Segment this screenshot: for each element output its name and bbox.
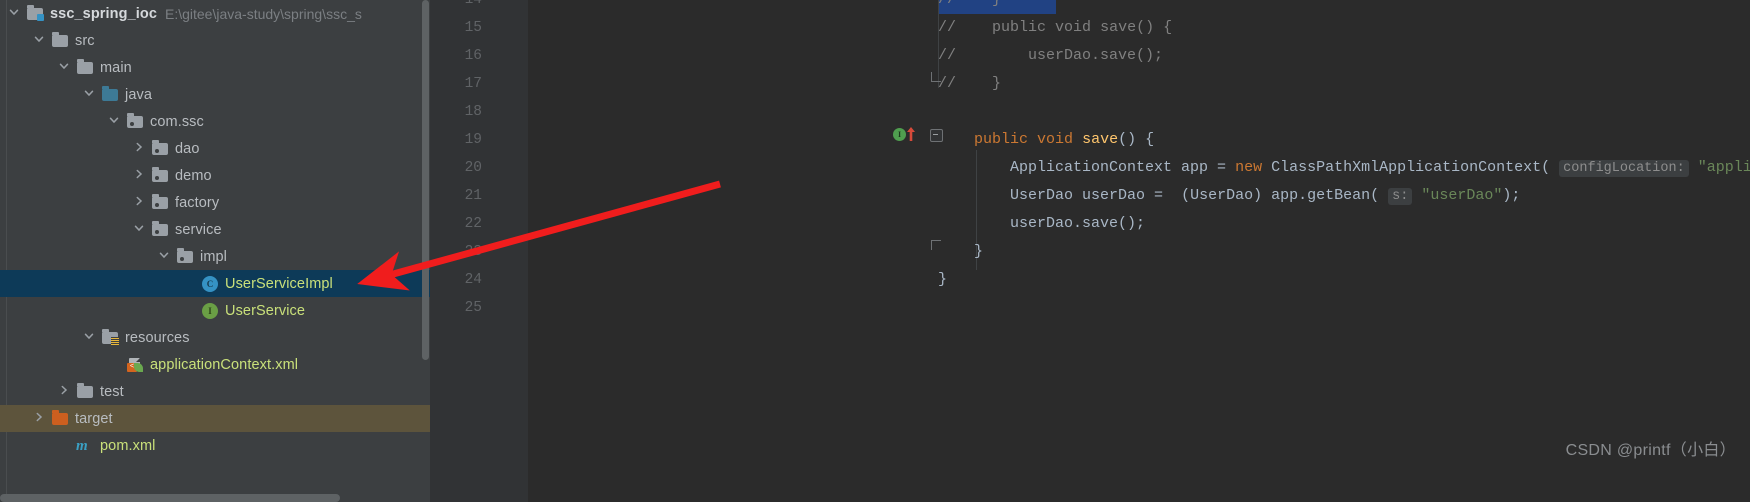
tree-item-label: test: [100, 383, 124, 400]
watermark-text: CSDN @printf（小白）: [1565, 442, 1736, 459]
tree-item-applicationcontext-xml[interactable]: < applicationContext.xml: [0, 351, 430, 378]
tree-item-label: impl: [200, 248, 227, 265]
line-number: 22: [464, 216, 482, 232]
java-interface-icon: I: [201, 302, 219, 320]
code-line[interactable]: }: [938, 238, 983, 266]
line-number: 23: [464, 244, 482, 260]
java-class-icon: C: [201, 275, 219, 293]
tree-item-com-ssc[interactable]: com.ssc: [0, 108, 430, 135]
tree-item-label: demo: [175, 167, 212, 184]
tree-item-label: UserService: [225, 302, 306, 319]
project-tree-panel[interactable]: ssc_spring_ioc E:\gitee\java-study\spring…: [0, 0, 430, 502]
code-line[interactable]: UserDao userDao = (UserDao) app.getBean(…: [938, 182, 1520, 210]
line-number: 25: [464, 300, 482, 316]
chevron-right-icon[interactable]: [33, 411, 49, 427]
excluded-folder-icon: [51, 409, 69, 428]
resources-folder-icon: [101, 328, 119, 347]
tree-item-label: factory: [175, 194, 220, 211]
tree-item-label: com.ssc: [150, 113, 204, 130]
tree-item-src[interactable]: src: [0, 27, 430, 54]
tree-item-demo[interactable]: demo: [0, 162, 430, 189]
project-tree-list[interactable]: ssc_spring_ioc E:\gitee\java-study\spring…: [0, 0, 430, 459]
folder-icon: [76, 58, 94, 77]
tree-item-resources[interactable]: resources: [0, 324, 430, 351]
line-number: 20: [464, 160, 482, 176]
ide-window: ssc_spring_ioc E:\gitee\java-study\spring…: [0, 0, 1750, 502]
maven-icon: m: [76, 437, 88, 454]
chevron-right-icon[interactable]: [133, 141, 149, 157]
chevron-right-icon[interactable]: [58, 384, 74, 400]
code-line[interactable]: // userDao.save();: [938, 42, 1163, 70]
chevron-down-icon[interactable]: [58, 60, 74, 76]
code-line[interactable]: }: [938, 266, 947, 294]
code-lines[interactable]: 14 // } 15 // public void save() { 16 // user…: [430, 0, 1750, 502]
tree-item-label: main: [100, 59, 132, 76]
tree-item-impl[interactable]: impl: [0, 243, 430, 270]
chevron-down-icon[interactable]: [83, 330, 99, 346]
tree-item-label: java: [125, 86, 152, 103]
tree-item-label: ssc_spring_ioc: [50, 5, 157, 22]
tree-item-dao[interactable]: dao: [0, 135, 430, 162]
tree-item-main[interactable]: main: [0, 54, 430, 81]
tree-item-label: dao: [175, 140, 200, 157]
chevron-down-icon[interactable]: [133, 222, 149, 238]
tree-item-label: src: [75, 32, 95, 49]
tree-horizontal-scrollbar[interactable]: [0, 494, 340, 502]
package-icon: [176, 247, 194, 266]
tree-item-target[interactable]: target: [0, 405, 430, 432]
code-line[interactable]: // }: [938, 70, 1001, 98]
chevron-down-icon[interactable]: [158, 249, 174, 265]
code-line[interactable]: // public void save() {: [938, 14, 1172, 42]
tree-item-userserviceimpl[interactable]: C UserServiceImpl: [0, 270, 430, 297]
code-line[interactable]: // }: [938, 0, 1001, 14]
chevron-down-icon[interactable]: [33, 33, 49, 49]
line-number: 18: [464, 104, 482, 120]
package-icon: [151, 193, 169, 212]
line-number: 17: [464, 76, 482, 92]
code-line[interactable]: ApplicationContext app = new ClassPathXm…: [938, 154, 1750, 182]
source-folder-icon: [101, 85, 119, 104]
package-icon: [151, 220, 169, 239]
package-icon: [151, 139, 169, 158]
tree-item-path: E:\gitee\java-study\spring\ssc_s: [164, 5, 362, 22]
line-number: 14: [464, 0, 482, 8]
tree-item-ssc-spring-ioc[interactable]: ssc_spring_ioc E:\gitee\java-study\spring…: [0, 0, 430, 27]
spring-xml-icon: <: [126, 356, 144, 374]
tree-vertical-scrollbar[interactable]: [422, 0, 429, 360]
chevron-down-icon[interactable]: [8, 6, 24, 22]
code-line[interactable]: public void save() {: [938, 126, 1154, 154]
tree-item-label: pom.xml: [100, 437, 156, 454]
chevron-down-icon[interactable]: [83, 87, 99, 103]
folder-icon: [51, 31, 69, 50]
line-number: 21: [464, 188, 482, 204]
chevron-right-icon[interactable]: [133, 195, 149, 211]
tree-item-label: service: [175, 221, 222, 238]
tree-item-label: resources: [125, 329, 190, 346]
chevron-right-icon[interactable]: [133, 168, 149, 184]
folder-icon: [76, 382, 94, 401]
tree-item-label: UserServiceImpl: [225, 275, 333, 292]
tree-item-factory[interactable]: factory: [0, 189, 430, 216]
tree-item-label: target: [75, 410, 113, 427]
code-editor[interactable]: I 14// }15// public void save() {16// us…: [430, 0, 1750, 502]
tree-item-java[interactable]: java: [0, 81, 430, 108]
tree-item-pom-xml[interactable]: m pom.xml: [0, 432, 430, 459]
tree-item-service[interactable]: service: [0, 216, 430, 243]
tree-item-userservice[interactable]: I UserService: [0, 297, 430, 324]
chevron-down-icon[interactable]: [108, 114, 124, 130]
tree-item-label: applicationContext.xml: [150, 356, 299, 373]
line-number: 16: [464, 48, 482, 64]
package-icon: [151, 166, 169, 185]
line-number: 15: [464, 20, 482, 36]
package-icon: [126, 112, 144, 131]
source-root-folder-icon: [26, 4, 44, 23]
line-number: 19: [464, 132, 482, 148]
code-line[interactable]: userDao.save();: [938, 210, 1145, 238]
line-number: 24: [464, 272, 482, 288]
tree-item-test[interactable]: test: [0, 378, 430, 405]
